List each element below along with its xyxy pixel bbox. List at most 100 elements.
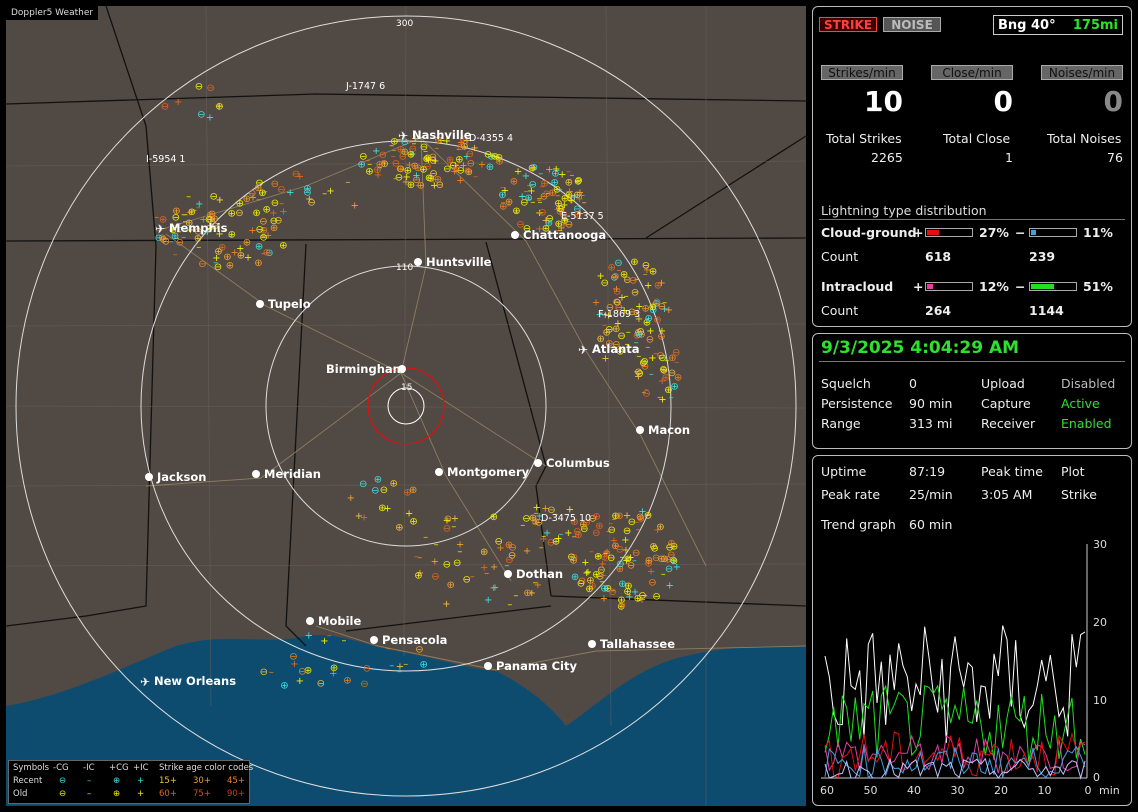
svg-text:⊕: ⊕ [409, 516, 417, 527]
svg-text:–: – [626, 327, 631, 338]
city-dot-icon [636, 426, 644, 434]
map-canvas[interactable]: 300 110 15 ⊕–– ⊕⊖–⊕⊖⊕––⊕+⊕+⊖⊖⊕–+⊖+⊖–⊖⊖+–⊕… [6, 6, 806, 806]
svg-text:⊕: ⊕ [414, 571, 422, 582]
svg-text:⊖: ⊖ [298, 667, 306, 678]
legend-age: 60+ [159, 789, 177, 799]
svg-text:⊖: ⊖ [668, 368, 676, 379]
settings-panel: 9/3/2025 4:04:29 AM Squelch 0 Upload Dis… [812, 333, 1132, 449]
x-tick: 10 [1038, 784, 1052, 797]
svg-text:⊖: ⊖ [528, 163, 536, 174]
svg-text:–: – [470, 571, 475, 582]
svg-text:⊕: ⊕ [447, 580, 455, 591]
svg-text:⊕: ⊕ [600, 584, 608, 595]
city-tallahassee: Tallahassee [588, 637, 675, 651]
svg-text:⊕: ⊕ [270, 223, 278, 234]
svg-text:–: – [514, 208, 519, 219]
legend-age: 45+ [227, 776, 245, 786]
city-name: Meridian [264, 467, 321, 481]
svg-text:+: + [174, 97, 182, 108]
y-tick: 10 [1093, 694, 1107, 707]
svg-text:⊖: ⊖ [607, 553, 615, 564]
receiver-value[interactable]: Enabled [1061, 416, 1112, 431]
svg-text:⊖: ⊖ [457, 142, 465, 153]
svg-text:⊕: ⊕ [608, 262, 616, 273]
svg-text:+: + [489, 583, 497, 594]
strikes-per-min-label: Strikes/min [821, 65, 903, 80]
persistence-label: Persistence [821, 396, 893, 411]
city-name: Montgomery [447, 465, 530, 479]
total-noises-value: 76 [1107, 150, 1123, 165]
ic-positive-pct: 12% [979, 279, 1009, 294]
svg-text:⊕: ⊕ [523, 588, 531, 599]
svg-text:⊕: ⊕ [495, 152, 503, 163]
city-dot-icon [145, 473, 153, 481]
svg-text:+: + [212, 253, 220, 264]
noise-button[interactable]: NOISE [883, 17, 941, 32]
svg-text:⊖: ⊖ [443, 524, 451, 535]
svg-text:–: – [635, 517, 640, 528]
ic-count-label: Count [821, 303, 859, 318]
svg-text:+: + [665, 305, 673, 316]
city-dot-icon [414, 258, 422, 266]
city-dot-icon [504, 570, 512, 578]
svg-text:⊖: ⊖ [206, 83, 214, 94]
svg-text:⊕: ⊕ [645, 555, 653, 566]
svg-text:+: + [480, 563, 488, 574]
distribution-title: Lightning type distribution [821, 203, 987, 218]
svg-text:⊕: ⊕ [490, 512, 498, 523]
svg-text:⊖: ⊖ [197, 109, 205, 120]
svg-text:⊕: ⊕ [561, 194, 569, 205]
svg-text:⊖: ⊖ [289, 651, 297, 662]
legend-age: 75+ [193, 789, 211, 799]
svg-text:⊕: ⊕ [254, 183, 262, 194]
svg-text:⊖: ⊖ [508, 550, 516, 561]
svg-text:⊖: ⊖ [495, 537, 503, 548]
city-dot-icon [511, 231, 519, 239]
svg-text:–: – [541, 531, 546, 542]
plot-value[interactable]: Strike [1061, 487, 1097, 502]
noises-per-min-value: 0 [1103, 85, 1123, 118]
svg-text:⊕: ⊕ [552, 537, 560, 548]
svg-text:–: – [473, 172, 478, 183]
legend-header: -CG [53, 763, 69, 773]
svg-text:–: – [381, 157, 386, 168]
svg-text:⊖: ⊖ [652, 592, 660, 603]
svg-text:–: – [504, 561, 509, 572]
svg-text:+: + [296, 172, 304, 183]
svg-text:–: – [603, 555, 608, 566]
airport-icon: ✈ [578, 343, 588, 357]
svg-text:⊖: ⊖ [307, 197, 315, 208]
svg-text:⊖: ⊖ [608, 525, 616, 536]
strike-button[interactable]: STRIKE [819, 17, 877, 32]
legend-header: +CG [109, 763, 129, 773]
svg-text:⊖: ⊖ [360, 679, 368, 690]
svg-text:⊕: ⊕ [390, 479, 398, 490]
cg-count-label: Count [821, 249, 859, 264]
svg-text:–: – [641, 387, 646, 398]
bearing-value: Bng 40° [998, 18, 1056, 33]
svg-text:+: + [597, 271, 605, 282]
y-tick: 20 [1093, 616, 1107, 629]
svg-text:–: – [389, 661, 394, 672]
upload-value[interactable]: Disabled [1061, 376, 1115, 391]
svg-text:–: – [632, 556, 637, 567]
city-name: Birmingham [326, 362, 405, 376]
x-tick: 50 [864, 784, 878, 797]
svg-text:+: + [638, 595, 646, 606]
svg-text:⊕: ⊕ [228, 230, 236, 241]
svg-text:⊖: ⊖ [359, 479, 367, 490]
svg-text:+: + [215, 101, 223, 112]
svg-text:⊕: ⊕ [612, 324, 620, 335]
trend-graph-value[interactable]: 60 min [909, 517, 952, 532]
svg-text:⊖: ⊖ [467, 158, 475, 169]
cloud-ground-label: Cloud-ground [821, 225, 917, 240]
svg-text:–: – [507, 599, 512, 610]
cg-positive-count: 618 [925, 249, 952, 264]
total-strikes-value: 2265 [871, 150, 903, 165]
capture-value[interactable]: Active [1061, 396, 1100, 411]
city-name: Memphis [169, 221, 228, 235]
svg-text:⊖: ⊖ [484, 149, 492, 160]
svg-text:⊕: ⊕ [585, 584, 593, 595]
y-tick: 30 [1093, 538, 1107, 551]
lightning-map[interactable]: 300 110 15 ⊕ – – ⊕ ⊖ – ⊕ ⊖ ⊕ – – ⊕ + ⊕ + ⊖ ⊖ ⊕ – + ⊖ + ⊖ – ⊖ ⊖ + – ⊕… [6, 6, 806, 806]
